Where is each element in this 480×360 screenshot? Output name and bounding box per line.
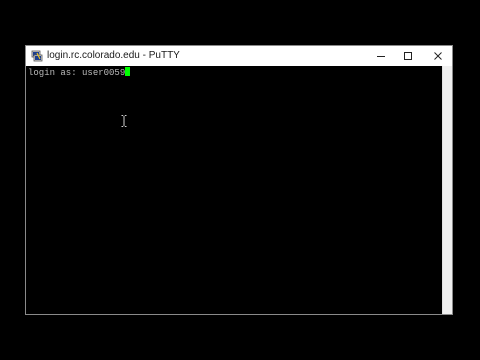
minimize-button[interactable] [366, 46, 396, 66]
text-cursor [125, 67, 131, 76]
title-bar[interactable]: login.rc.colorado.edu - PuTTY [26, 46, 452, 66]
maximize-icon [404, 52, 412, 60]
login-prompt: login as: [28, 68, 83, 78]
minimize-icon [377, 56, 385, 57]
username-input: user0059 [82, 68, 126, 78]
ibeam-cursor-icon [121, 115, 127, 127]
terminal-area[interactable]: login as: user0059 [26, 66, 442, 314]
window-title: login.rc.colorado.edu - PuTTY [47, 50, 180, 61]
maximize-button[interactable] [393, 46, 423, 66]
putty-app-icon[interactable] [31, 50, 43, 62]
login-prompt-line: login as: user0059 [28, 67, 131, 79]
close-icon [434, 52, 442, 60]
close-button[interactable] [423, 46, 453, 66]
vertical-scrollbar[interactable] [442, 66, 452, 314]
putty-window: login.rc.colorado.edu - PuTTY login as: … [25, 45, 453, 315]
